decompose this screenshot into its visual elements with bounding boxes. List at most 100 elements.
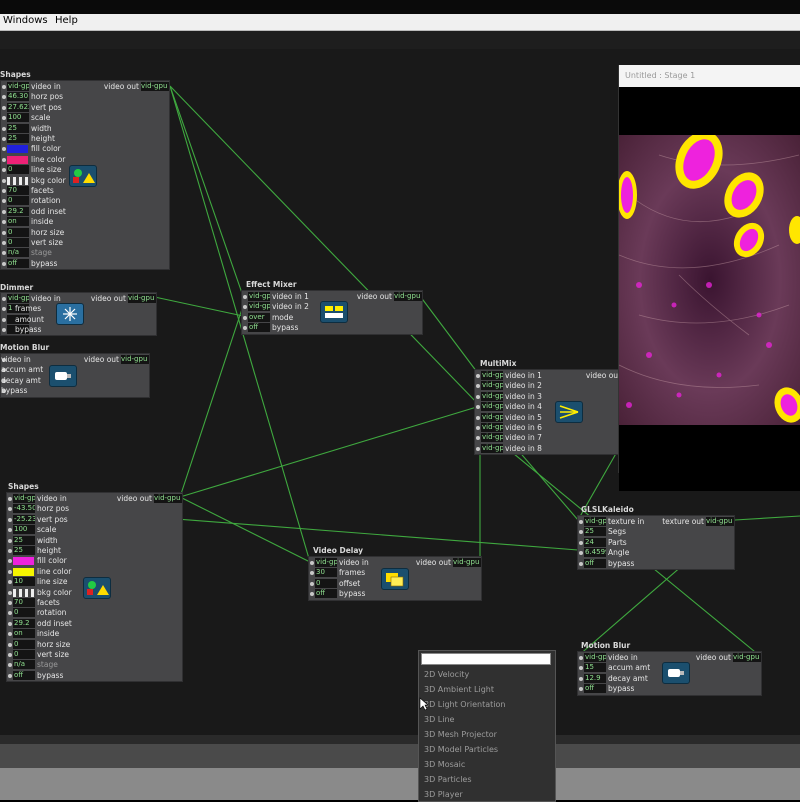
input-port[interactable] [579,676,583,681]
input-port[interactable] [476,394,480,399]
input-port[interactable] [8,642,12,647]
actor-search-popup[interactable]: 2D Velocity 3D Ambient Light 3D Light Or… [418,650,556,802]
kaleido-actor[interactable]: texture out vid-gpu vid-gputexture in 25… [577,515,735,570]
input-port[interactable] [579,687,583,692]
input-port[interactable] [310,571,314,576]
input-port[interactable] [243,295,247,299]
video-delay-output[interactable]: video out vid-gpu [409,558,481,568]
input-port[interactable] [476,415,480,420]
fill-color-swatch[interactable] [13,557,34,566]
motion-blur-left-actor[interactable]: video out vid-gpu video in accum amt dec… [0,353,150,398]
input-port[interactable] [2,230,6,235]
input-port[interactable] [8,507,12,512]
shapes-bottom-output[interactable]: video out vid-gpu [110,494,182,504]
popup-item[interactable]: 3D Line [424,715,454,724]
multimix-actor[interactable]: video out vid-gpuvideo in 1 vid-gpuvideo… [474,369,622,455]
input-port[interactable] [8,590,12,595]
input-port[interactable] [310,581,314,586]
input-port[interactable] [579,551,583,556]
input-port[interactable] [476,446,480,451]
input-port[interactable] [8,673,12,678]
menu-help[interactable]: Help [55,15,78,26]
input-port[interactable] [476,405,480,410]
input-port[interactable] [8,580,12,585]
popup-item[interactable]: 3D Model Particles [424,745,498,754]
input-port[interactable] [2,137,6,141]
menu-windows[interactable]: Windows [3,15,48,26]
input-port[interactable] [2,307,6,312]
multimix-output[interactable]: video out [551,371,621,381]
shapes-bottom-actor[interactable]: video out vid-gpu vid-gpuvideo in -43.50… [6,492,183,682]
input-port[interactable] [8,517,12,522]
actor-search-input[interactable] [421,653,551,665]
input-port[interactable] [2,209,6,214]
input-port[interactable] [2,178,6,183]
bkg-color-swatch[interactable] [7,176,28,185]
input-port[interactable] [2,241,6,245]
input-port[interactable] [8,663,12,668]
dimmer-actor[interactable]: video out vid-gpu vid-gpuvideo in 1frame… [0,292,157,336]
input-port[interactable] [8,621,12,626]
motion-blur-left-output[interactable]: video out vid-gpu [77,355,149,365]
video-delay-actor[interactable]: video out vid-gpu vid-gpuvideo in 30fram… [308,556,482,601]
line-color-swatch[interactable] [7,155,28,164]
motion-blur-right-output[interactable]: video out vid-gpu [689,653,761,663]
line-color-swatch[interactable] [13,567,34,576]
input-port[interactable] [8,611,12,616]
input-port[interactable] [476,374,480,378]
input-port[interactable] [2,95,6,100]
popup-item[interactable]: 3D Mesh Projector [424,730,497,739]
input-port[interactable] [243,305,247,310]
popup-item[interactable]: 3D Ambient Light [424,685,494,694]
input-port[interactable] [2,105,6,110]
effect-mixer-output[interactable]: video out vid-gpu [344,292,422,302]
shapes-top-output[interactable]: video out vid-gpu [79,82,169,92]
input-port[interactable] [310,592,314,597]
popup-item[interactable]: 3D Mosaic [424,760,465,769]
input-port[interactable] [8,497,12,501]
input-port[interactable] [579,666,583,671]
input-port[interactable] [8,569,12,574]
input-port[interactable] [579,561,583,566]
input-port[interactable] [2,261,6,266]
effect-mixer-actor[interactable]: video out vid-gpu vid-gpuvideo in 1 vid-… [241,290,423,335]
input-port[interactable] [8,549,12,553]
input-port[interactable] [8,601,12,605]
input-port[interactable] [476,436,480,441]
input-port[interactable] [579,540,583,545]
kaleido-output[interactable]: texture out vid-gpu [654,517,734,527]
input-port[interactable] [476,384,480,389]
input-port[interactable] [243,315,247,320]
input-port[interactable] [8,653,12,657]
input-port[interactable] [2,126,6,131]
input-port[interactable] [243,326,247,331]
input-port[interactable] [2,317,6,322]
fill-color-swatch[interactable] [7,145,28,154]
input-port[interactable] [2,220,6,225]
input-port[interactable] [2,251,6,256]
input-port[interactable] [8,538,12,543]
popup-item[interactable]: 3D Player [424,790,463,799]
stage-window[interactable]: Untitled : Stage 1 [618,65,800,491]
input-port[interactable] [579,656,583,660]
input-port[interactable] [8,559,12,564]
horizontal-scrollbar[interactable] [0,735,800,744]
input-port[interactable] [2,297,6,301]
input-port[interactable] [2,116,6,121]
input-port[interactable] [310,561,314,565]
shapes-top-actor[interactable]: video out vid-gpu vid-gpuvideo in 46.30h… [0,80,170,270]
input-port[interactable] [2,157,6,162]
popup-item[interactable]: 3D Light Orientation [424,700,505,709]
input-port[interactable] [8,632,12,637]
input-port[interactable] [2,85,6,89]
input-port[interactable] [2,168,6,173]
input-port[interactable] [2,147,6,152]
input-port[interactable] [2,328,6,333]
motion-blur-right-actor[interactable]: video out vid-gpu vid-gpuvideo in 15accu… [577,651,762,696]
dimmer-output[interactable]: video out vid-gpu [81,294,156,304]
bkg-color-swatch[interactable] [13,588,34,597]
stage-title[interactable]: Untitled : Stage 1 [619,65,800,87]
input-port[interactable] [579,530,583,535]
input-port[interactable] [8,528,12,533]
input-port[interactable] [2,199,6,204]
